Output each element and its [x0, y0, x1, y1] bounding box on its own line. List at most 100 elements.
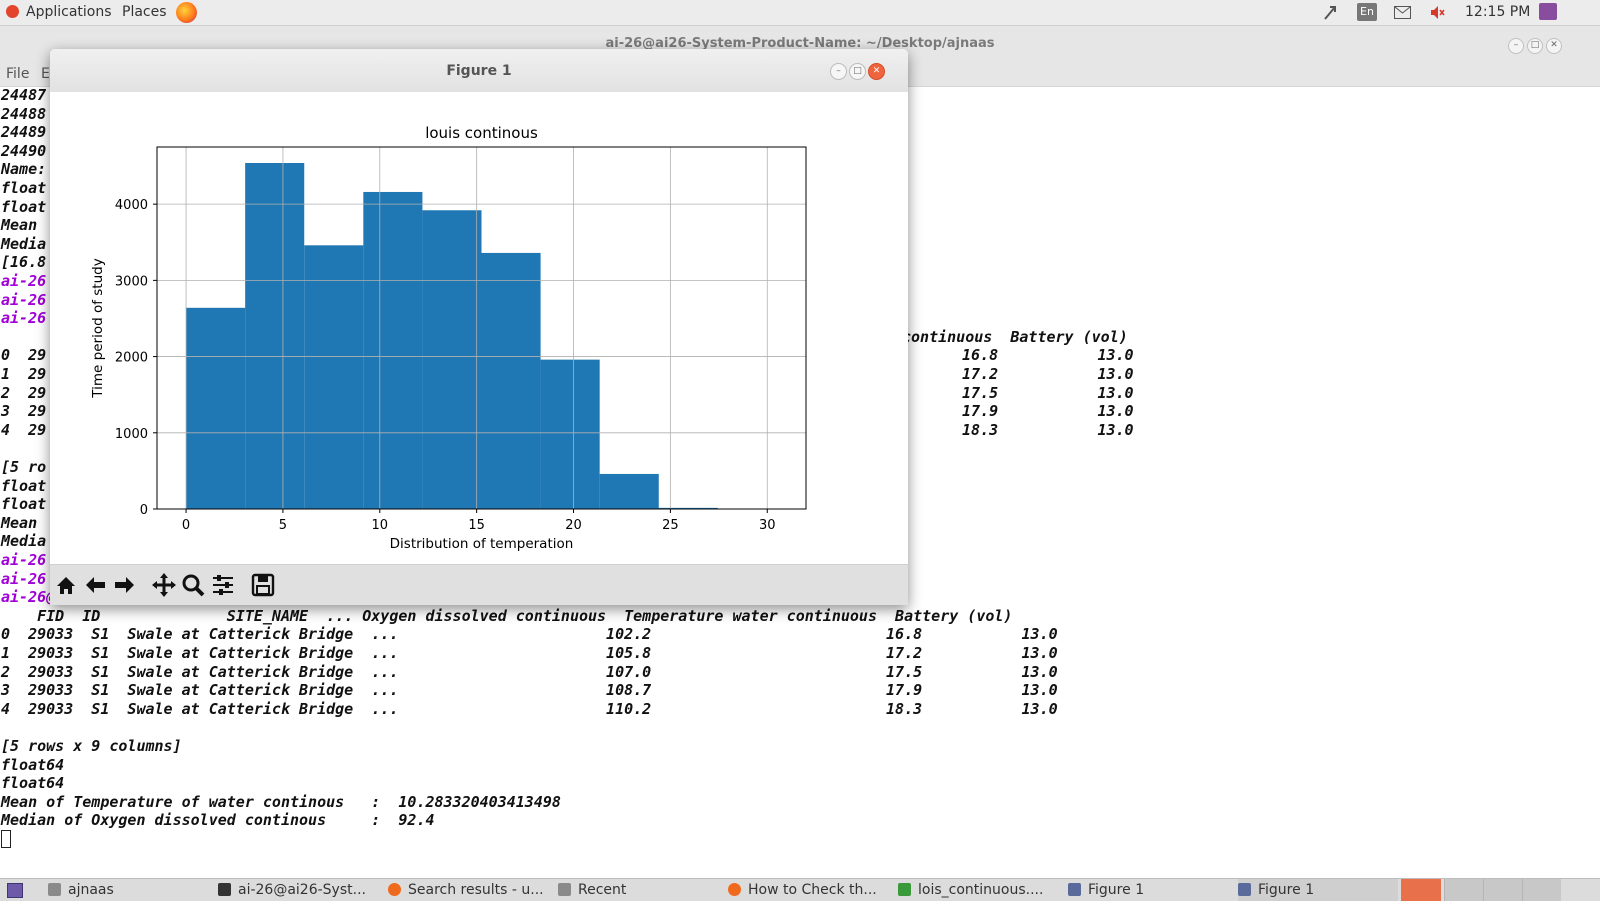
spreadsheet-icon	[898, 883, 911, 896]
taskbar-item-label: How to Check th...	[748, 882, 877, 898]
taskbar-item[interactable]: Figure 1	[1068, 879, 1228, 901]
applications-menu[interactable]: Applications	[26, 4, 112, 20]
terminal-line: ai-26	[1, 309, 46, 328]
terminal-line: 24488	[1, 105, 46, 124]
terminal-line: 16.8 13.0	[962, 346, 1134, 365]
maximize-icon[interactable]: □	[849, 63, 866, 80]
terminal-line: 17.2 13.0	[962, 365, 1134, 384]
workspace-4[interactable]	[1522, 879, 1561, 901]
histogram-chart: 05101520253001000200030004000louis conti…	[50, 92, 908, 564]
terminal-line: float	[1, 495, 46, 514]
maximize-icon[interactable]: □	[1527, 38, 1543, 54]
close-icon[interactable]: ✕	[1546, 38, 1562, 54]
workspace-3[interactable]	[1483, 879, 1522, 901]
histogram-bar	[304, 245, 363, 509]
firefox-icon	[388, 883, 401, 896]
terminal-line: 4 29	[1, 421, 46, 440]
table-row: 4 29033 S1 Swale at Catterick Bridge ...…	[1, 700, 1058, 719]
menu-file[interactable]: File	[6, 66, 29, 82]
back-arrow-icon[interactable]	[82, 571, 110, 599]
taskbar-item[interactable]: Recent	[558, 879, 718, 901]
terminal-line: 3 29	[1, 402, 46, 421]
terminal-line: 17.9 13.0	[962, 402, 1134, 421]
y-tick-label: 1000	[115, 427, 148, 442]
mean-output: Mean of Temperature of water continous :…	[1, 793, 561, 812]
configure-subplots-icon[interactable]	[209, 571, 237, 599]
figure-titlebar[interactable]: Figure 1 – □ ✕	[50, 49, 908, 93]
taskbar-item[interactable]: Search results - u...	[388, 879, 548, 901]
terminal-line: ai-26	[1, 551, 46, 570]
terminal-line: continuous Battery (vol)	[902, 328, 1128, 347]
terminal-line: Media	[1, 235, 46, 254]
histogram-bar	[422, 210, 481, 509]
user-menu-icon[interactable]	[1539, 3, 1557, 20]
taskbar-item[interactable]: ai-26@ai26-Syst...	[218, 879, 378, 901]
places-menu[interactable]: Places	[122, 4, 167, 20]
x-tick-label: 30	[759, 518, 776, 533]
forward-arrow-icon[interactable]	[110, 571, 138, 599]
taskbar-item[interactable]: Figure 1	[1238, 879, 1398, 901]
terminal-line: 17.5 13.0	[962, 384, 1134, 403]
home-icon[interactable]	[52, 571, 80, 599]
show-desktop-icon[interactable]	[7, 883, 23, 898]
close-icon[interactable]: ✕	[868, 63, 885, 80]
terminal-line: ai-26	[1, 272, 46, 291]
terminal-line: 0 29	[1, 346, 46, 365]
terminal-line: [5 ro	[1, 458, 46, 477]
histogram-bar	[363, 192, 422, 509]
clock[interactable]: 12:15 PM	[1465, 4, 1530, 20]
chart-area[interactable]: 05101520253001000200030004000louis conti…	[50, 92, 908, 564]
terminal-line: 24487	[1, 86, 46, 105]
pan-icon[interactable]	[150, 571, 178, 599]
mail-icon[interactable]	[1394, 6, 1411, 19]
window-icon	[1238, 883, 1251, 896]
y-tick-label: 4000	[115, 198, 148, 213]
firefox-launcher-icon[interactable]	[176, 2, 197, 23]
y-tick-label: 0	[140, 503, 148, 518]
volume-muted-icon[interactable]	[1430, 5, 1446, 20]
workspace-switcher[interactable]	[1401, 879, 1441, 901]
terminal-line: Name:	[1, 160, 46, 179]
terminal-line: float	[1, 477, 46, 496]
x-tick-label: 20	[565, 518, 582, 533]
terminal-line: [16.8	[1, 253, 46, 272]
taskbar-item[interactable]: lois_continuous....	[898, 879, 1058, 901]
terminal-line: [5 rows x 9 columns]	[1, 737, 182, 756]
keyboard-layout-indicator[interactable]: En	[1357, 3, 1377, 21]
figure-window[interactable]: Figure 1 – □ ✕ 0510152025300100020003000…	[50, 49, 908, 605]
terminal-line: Mean	[1, 216, 37, 235]
minimize-icon[interactable]: –	[1508, 38, 1524, 54]
figure-title: Figure 1	[50, 63, 908, 79]
terminal-line: 1 29	[1, 365, 46, 384]
menu-edit[interactable]: E	[41, 66, 50, 82]
terminal-cursor	[1, 830, 11, 848]
network-icon[interactable]	[1322, 4, 1338, 21]
terminal-line: 24489	[1, 123, 46, 142]
workspace-2[interactable]	[1444, 879, 1483, 901]
save-icon[interactable]	[249, 571, 277, 599]
chart-title: louis continous	[425, 124, 538, 142]
minimize-icon[interactable]: –	[830, 63, 847, 80]
table-row: 3 29033 S1 Swale at Catterick Bridge ...…	[1, 681, 1058, 700]
histogram-bar	[245, 163, 304, 509]
terminal-line: float	[1, 198, 46, 217]
applications-menu-icon[interactable]	[6, 5, 19, 18]
x-tick-label: 0	[182, 518, 190, 533]
taskbar-item-label: Search results - u...	[408, 882, 544, 898]
table-header: FID ID SITE_NAME ... Oxygen dissolved co…	[1, 607, 1012, 626]
taskbar: ajnaas ai-26@ai26-Syst... Search results -…	[0, 878, 1600, 901]
table-row: 2 29033 S1 Swale at Catterick Bridge ...…	[1, 663, 1058, 682]
table-row: 1 29033 S1 Swale at Catterick Bridge ...…	[1, 644, 1058, 663]
terminal-icon	[218, 883, 231, 896]
zoom-icon[interactable]	[179, 571, 207, 599]
histogram-bar	[600, 474, 659, 509]
top-panel: Applications Places En 12:15 PM	[0, 0, 1600, 26]
terminal-line: float	[1, 179, 46, 198]
terminal-line: 18.3 13.0	[962, 421, 1134, 440]
window-icon	[1068, 883, 1081, 896]
taskbar-item[interactable]: How to Check th...	[728, 879, 888, 901]
taskbar-item-label: ajnaas	[68, 882, 114, 898]
table-row: 0 29033 S1 Swale at Catterick Bridge ...…	[1, 625, 1058, 644]
taskbar-item[interactable]: ajnaas	[48, 879, 208, 901]
y-tick-label: 3000	[115, 274, 148, 289]
